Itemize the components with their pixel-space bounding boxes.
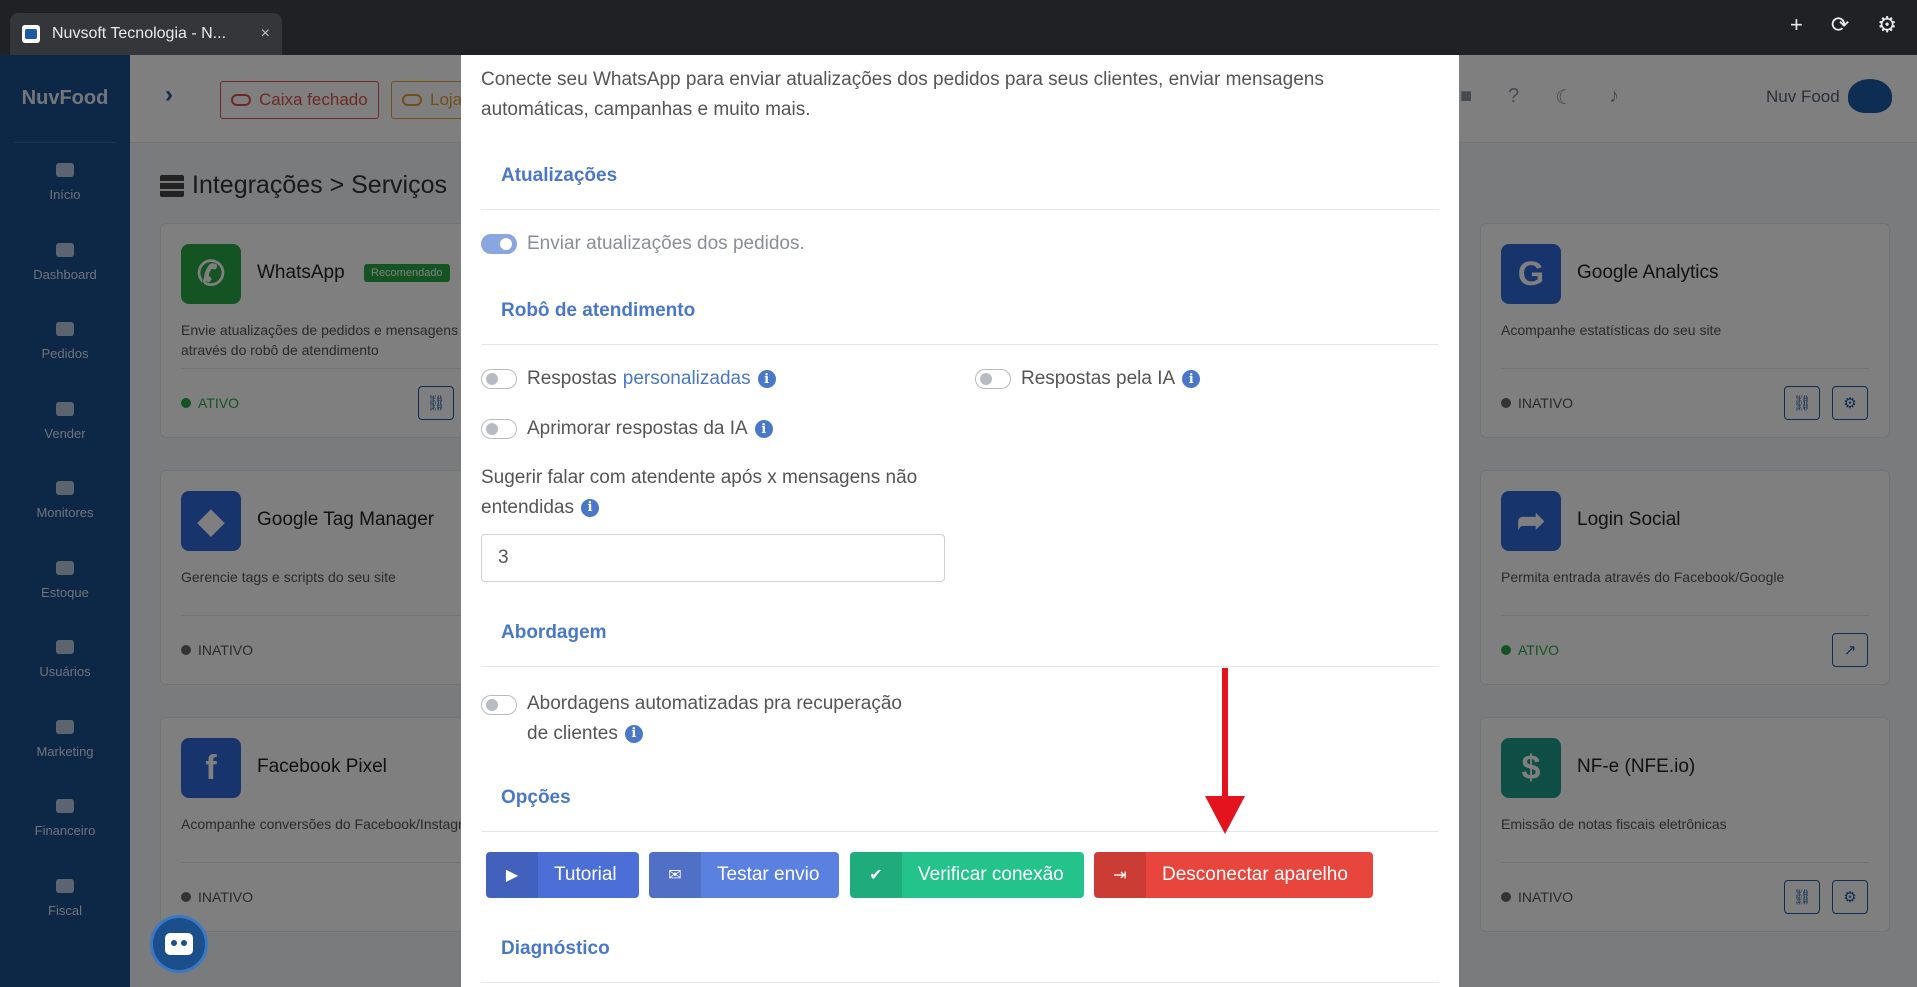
aprimorar-ia-row: Aprimorar respostas da IA i — [481, 418, 773, 440]
envelope-icon: ✉ — [649, 852, 701, 898]
sugerir-mensagens-input[interactable] — [481, 534, 945, 582]
toggle-label: Respostas pela IA — [1021, 368, 1176, 389]
divider — [481, 344, 1439, 345]
enviar-atualizacoes-row: Enviar atualizações dos pedidos. — [481, 233, 805, 255]
modal-intro: Conecte seu WhatsApp para enviar atualiz… — [481, 69, 1324, 120]
abordagens-label-text: de clientes — [527, 723, 618, 744]
toggle-label: Enviar atualizações dos pedidos. — [527, 233, 805, 254]
desconectar-aparelho-button[interactable]: ⇥ Desconectar aparelho — [1094, 852, 1373, 898]
browser-chrome: Nuvsoft Tecnologia - N... × + ⟳ ⚙ — [0, 0, 1917, 55]
info-icon[interactable]: i — [1182, 370, 1201, 388]
divider — [481, 209, 1439, 210]
abordagens-toggle[interactable] — [481, 695, 517, 715]
abordagens-label-line: Abordagens automatizadas pra recuperação — [527, 693, 902, 714]
toggle-label: Aprimorar respostas da IA — [527, 418, 748, 439]
respostas-ia-toggle[interactable] — [975, 369, 1011, 389]
tab-title: Nuvsoft Tecnologia - N... — [52, 25, 227, 42]
abordagens-label-line: de clientes i — [527, 719, 902, 749]
abordagens-label: Abordagens automatizadas pra recuperação… — [527, 689, 902, 749]
section-diagnostico: Diagnóstico — [501, 938, 610, 959]
reload-icon[interactable]: ⟳ — [1831, 12, 1849, 38]
tab-close-icon[interactable]: × — [261, 25, 270, 43]
respostas-personalizadas-toggle[interactable] — [481, 369, 517, 389]
sugerir-label-line: Sugerir falar com atendente após x mensa… — [481, 467, 918, 488]
check-circle-icon: ✔ — [850, 852, 902, 898]
verificar-conexao-button[interactable]: ✔ Verificar conexão — [850, 852, 1084, 898]
info-icon[interactable]: i — [624, 725, 643, 743]
toggle-label: Respostas — [527, 368, 617, 389]
robot-icon — [165, 933, 193, 955]
divider — [481, 982, 1439, 983]
sign-out-icon: ⇥ — [1094, 852, 1146, 898]
button-label: Verificar conexão — [918, 864, 1064, 885]
whatsapp-settings-modal: Conecte seu WhatsApp para enviar atualiz… — [461, 55, 1459, 987]
browser-tab[interactable]: Nuvsoft Tecnologia - N... × — [10, 13, 282, 55]
testar-envio-button[interactable]: ✉ Testar envio — [649, 852, 839, 898]
annotation-arrow-shaft — [1222, 668, 1228, 796]
divider — [481, 831, 1439, 832]
section-atualizacoes: Atualizações — [501, 165, 618, 186]
annotation-arrow-head — [1205, 796, 1245, 834]
divider — [481, 666, 1439, 667]
button-label: Tutorial — [554, 864, 617, 885]
personalizadas-link[interactable]: personalizadas — [623, 368, 751, 390]
button-label: Desconectar aparelho — [1162, 864, 1348, 885]
info-icon[interactable]: i — [757, 370, 776, 388]
tutorial-button[interactable]: ▶ Tutorial — [486, 852, 639, 898]
new-tab-icon[interactable]: + — [1790, 12, 1803, 38]
browser-actions: + ⟳ ⚙ — [1790, 12, 1897, 38]
section-robo: Robô de atendimento — [501, 300, 696, 321]
button-label: Testar envio — [717, 864, 820, 885]
info-icon[interactable]: i — [580, 499, 599, 517]
abordagens-row: Abordagens automatizadas pra recuperação… — [481, 689, 902, 749]
section-abordagem: Abordagem — [501, 622, 607, 643]
aprimorar-ia-toggle[interactable] — [481, 419, 517, 439]
sugerir-label: Sugerir falar com atendente após x mensa… — [481, 463, 951, 523]
respostas-ia-row: Respostas pela IA i — [975, 368, 1201, 390]
info-icon[interactable]: i — [754, 420, 773, 438]
chatbot-button[interactable] — [150, 915, 208, 973]
sugerir-label-line: entendidas i — [481, 493, 951, 523]
settings-icon[interactable]: ⚙ — [1877, 12, 1897, 38]
section-opcoes: Opções — [501, 787, 571, 808]
enviar-atualizacoes-toggle[interactable] — [481, 234, 517, 254]
sugerir-label-text: entendidas — [481, 497, 574, 518]
favicon-icon — [22, 25, 40, 43]
video-icon: ▶ — [486, 852, 538, 898]
respostas-personalizadas-row: Respostas personalizadas i — [481, 368, 776, 390]
